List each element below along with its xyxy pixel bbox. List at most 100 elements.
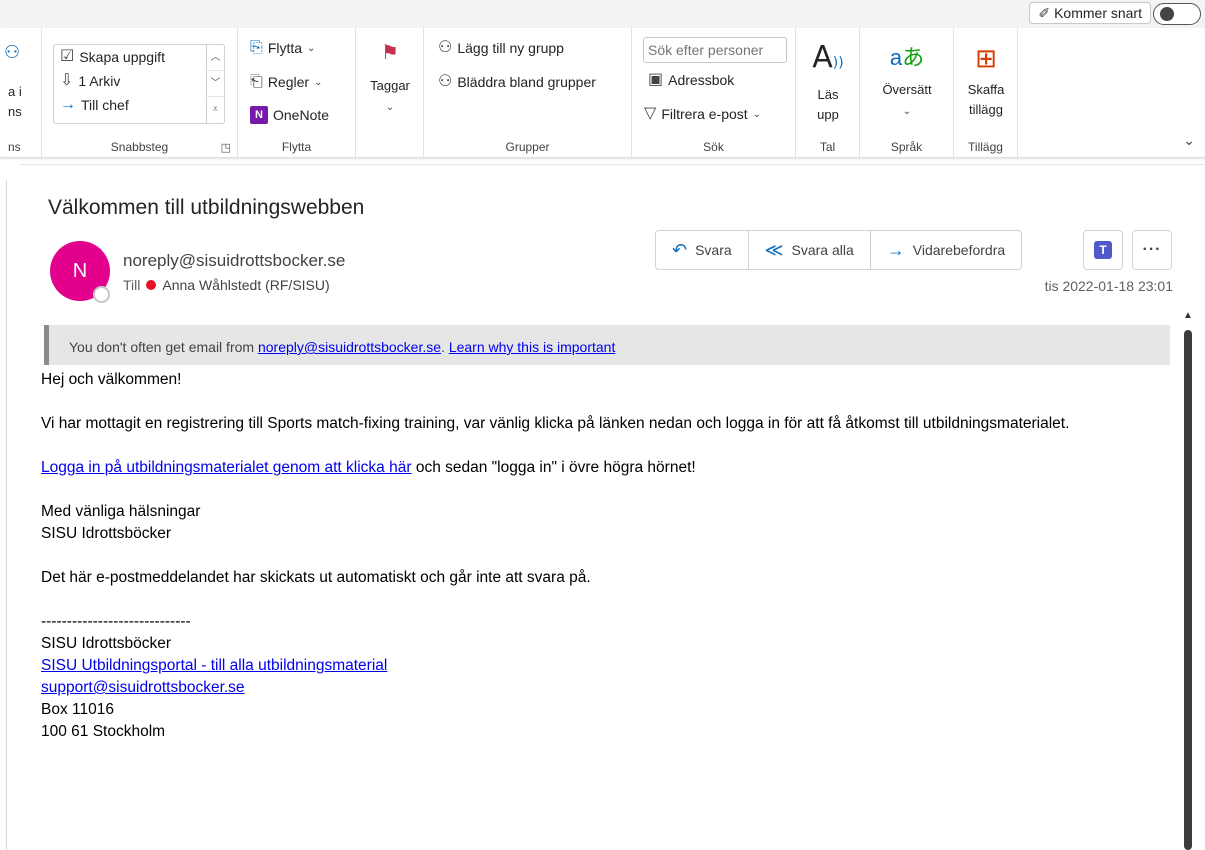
external-sender-banner: You don't often get email from noreply@s… <box>44 325 1170 365</box>
chevron-down-icon: ⌄ <box>314 76 323 88</box>
ribbon-group-partial: ⚇ a i ns ns <box>0 28 42 158</box>
coming-soon-label: Kommer snart <box>1054 5 1142 21</box>
filter-icon: ▽ <box>644 105 657 122</box>
partial-label-1[interactable]: a i <box>8 82 22 102</box>
read-aloud-button[interactable]: A)) Läs upp <box>802 40 854 125</box>
reply-button[interactable]: ↶ Svara <box>656 231 749 269</box>
ribbon-expand-chevron-icon[interactable]: ⌄ <box>1183 132 1195 149</box>
message-actions: ↶ Svara ≪ Svara alla → Vidarebefordra <box>655 230 1023 270</box>
reading-pane-top-border <box>20 164 1205 168</box>
coming-soon-button[interactable]: ✐ Kommer snart <box>1029 2 1151 24</box>
signature-divider: ----------------------------- <box>41 613 191 630</box>
address-line-2: 100 61 Stockholm <box>41 723 166 740</box>
banner-sender-link[interactable]: noreply@sisuidrottsbocker.se <box>258 339 441 355</box>
ribbon-group-sprak: aあ Översätt ⌄ Språk <box>860 28 954 158</box>
filter-email-button[interactable]: ▽ Filtrera e-post ⌄ <box>644 105 762 123</box>
reply-all-icon: ≪ <box>764 240 784 260</box>
task-check-icon: ☑ <box>60 48 75 65</box>
to-label: Till <box>123 277 141 293</box>
coming-soon-toggle[interactable] <box>1153 3 1201 25</box>
forward-button[interactable]: → Vidarebefordra <box>871 231 1021 269</box>
sender-address[interactable]: noreply@sisuidrottsbocker.se <box>123 251 345 271</box>
reply-icon: ↶ <box>672 240 688 260</box>
greeting-text: Hej och välkommen! <box>41 371 182 388</box>
expand-gallery-icon[interactable]: ⩡ <box>207 97 224 123</box>
body-paragraph: Vi har mottagit en registrering till Spo… <box>41 415 1070 432</box>
forward-icon: → <box>886 240 905 260</box>
quickstep-to-manager[interactable]: → Till chef <box>60 96 129 114</box>
ribbon-group-snabbsteg: ☑ Skapa uppgift ⇩ 1 Arkiv → Till chef ︿ … <box>42 28 238 158</box>
teams-icon: T <box>1094 241 1112 259</box>
addins-grid-icon: ⊞ <box>975 43 997 73</box>
ribbon-group-tillagg: ⊞ Skaffa tillägg Tillägg <box>954 28 1018 158</box>
chevron-up-icon[interactable]: ︿ <box>207 45 224 71</box>
read-aloud-icon: A)) <box>812 40 844 75</box>
flytta-group-label: Flytta <box>281 140 312 154</box>
get-addins-button[interactable]: ⊞ Skaffa tillägg <box>958 40 1014 120</box>
snabbsteg-group-label: Snabbsteg <box>110 140 169 154</box>
tillagg-group-label: Tillägg <box>968 140 1003 154</box>
flag-icon: ⚑ <box>381 42 399 64</box>
auto-notice-text: Det här e-postmeddelandet har skickats u… <box>41 569 591 586</box>
arrow-right-icon: → <box>60 96 76 113</box>
teams-button[interactable]: T <box>1083 230 1123 270</box>
quicksteps-scroll[interactable]: ︿ ﹀ ⩡ <box>206 45 224 123</box>
chevron-down-icon[interactable]: ﹀ <box>207 71 224 97</box>
ribbon-group-grupper: ⚇ Lägg till ny grupp ⚇ Bläddra bland gru… <box>424 28 632 158</box>
browse-groups-button[interactable]: ⚇ Bläddra bland grupper <box>438 73 596 91</box>
learn-why-link[interactable]: Learn why this is important <box>449 339 616 355</box>
onenote-button[interactable]: N OneNote <box>250 106 329 124</box>
pen-icon: ✐ <box>1038 5 1051 21</box>
ribbon: ⚇ a i ns ns ☑ Skapa uppgift ⇩ 1 Arkiv → … <box>0 28 1205 158</box>
portal-link[interactable]: SISU Utbildningsportal - till alla utbil… <box>41 657 387 674</box>
message-subject: Välkommen till utbildningswebben <box>48 196 365 219</box>
sprak-group-label: Språk <box>890 140 923 154</box>
login-link[interactable]: Logga in på utbildningsmaterialet genom … <box>41 459 412 476</box>
dialog-launcher-icon[interactable]: ◳ <box>221 141 231 154</box>
quickstep-create-task[interactable]: ☑ Skapa uppgift <box>60 48 165 66</box>
people-add-icon: ⚇ <box>438 39 453 56</box>
chevron-down-icon: ⌄ <box>385 102 395 113</box>
tags-button[interactable]: ⚑ Taggar ⌄ <box>364 40 416 118</box>
signature-text: SISU Idrottsböcker <box>41 525 172 542</box>
quicksteps-gallery: ☑ Skapa uppgift ⇩ 1 Arkiv → Till chef ︿ … <box>53 44 225 124</box>
tal-group-label: Tal <box>819 140 836 154</box>
people-search-input[interactable] <box>643 37 787 63</box>
sok-group-label: Sök <box>703 140 724 154</box>
more-actions-button[interactable]: ··· <box>1132 230 1172 270</box>
presence-indicator <box>93 286 110 303</box>
address-book-button[interactable]: ▣ Adressbok <box>648 71 734 89</box>
login-line: Logga in på utbildningsmaterialet genom … <box>41 459 696 476</box>
translate-button[interactable]: aあ Översätt ⌄ <box>870 40 944 122</box>
ribbon-group-taggar: ⚑ Taggar ⌄ <box>356 28 424 158</box>
message-date: tis 2022-01-18 23:01 <box>1044 278 1173 294</box>
chevron-down-icon: ⌄ <box>752 108 762 120</box>
rules-icon: ⎗ <box>250 73 263 90</box>
chevron-down-icon: ⌄ <box>902 106 912 117</box>
recipient-line: Till Anna Wåhlstedt (RF/SISU) <box>123 277 330 293</box>
recipient-name[interactable]: Anna Wåhlstedt (RF/SISU) <box>162 277 329 293</box>
address-line-1: Box 11016 <box>41 701 114 718</box>
scrollbar-thumb[interactable] <box>1184 330 1192 850</box>
chevron-down-icon: ⌄ <box>307 42 316 54</box>
reading-pane-scrollbar[interactable]: ▲ <box>1182 310 1194 850</box>
onenote-icon: N <box>250 106 268 124</box>
regards-text: Med vänliga hälsningar <box>41 503 201 520</box>
archive-icon: ⇩ <box>60 72 74 89</box>
support-email-link[interactable]: support@sisuidrottsbocker.se <box>41 679 245 696</box>
rules-button[interactable]: ⎗ Regler ⌄ <box>250 73 323 91</box>
address-book-icon: ▣ <box>648 71 664 88</box>
ribbon-group-flytta: ⎘ Flytta ⌄ ⎗ Regler ⌄ N OneNote Flytta <box>238 28 356 158</box>
scroll-up-icon[interactable]: ▲ <box>1183 310 1193 321</box>
quickstep-archive[interactable]: ⇩ 1 Arkiv <box>60 72 120 90</box>
translate-icon: aあ <box>889 45 925 70</box>
people-icon: ⚇ <box>438 73 453 90</box>
partial-group-label: ns <box>8 140 21 154</box>
more-dots-icon: ··· <box>1142 241 1162 258</box>
message-body: Hej och välkommen! Vi har mottagit en re… <box>41 369 1171 743</box>
reply-all-button[interactable]: ≪ Svara alla <box>749 231 871 269</box>
title-strip: ✐ Kommer snart <box>0 0 1205 28</box>
add-group-button[interactable]: ⚇ Lägg till ny grupp <box>438 39 564 57</box>
move-button[interactable]: ⎘ Flytta ⌄ <box>250 40 316 57</box>
partial-label-2[interactable]: ns <box>8 102 22 122</box>
